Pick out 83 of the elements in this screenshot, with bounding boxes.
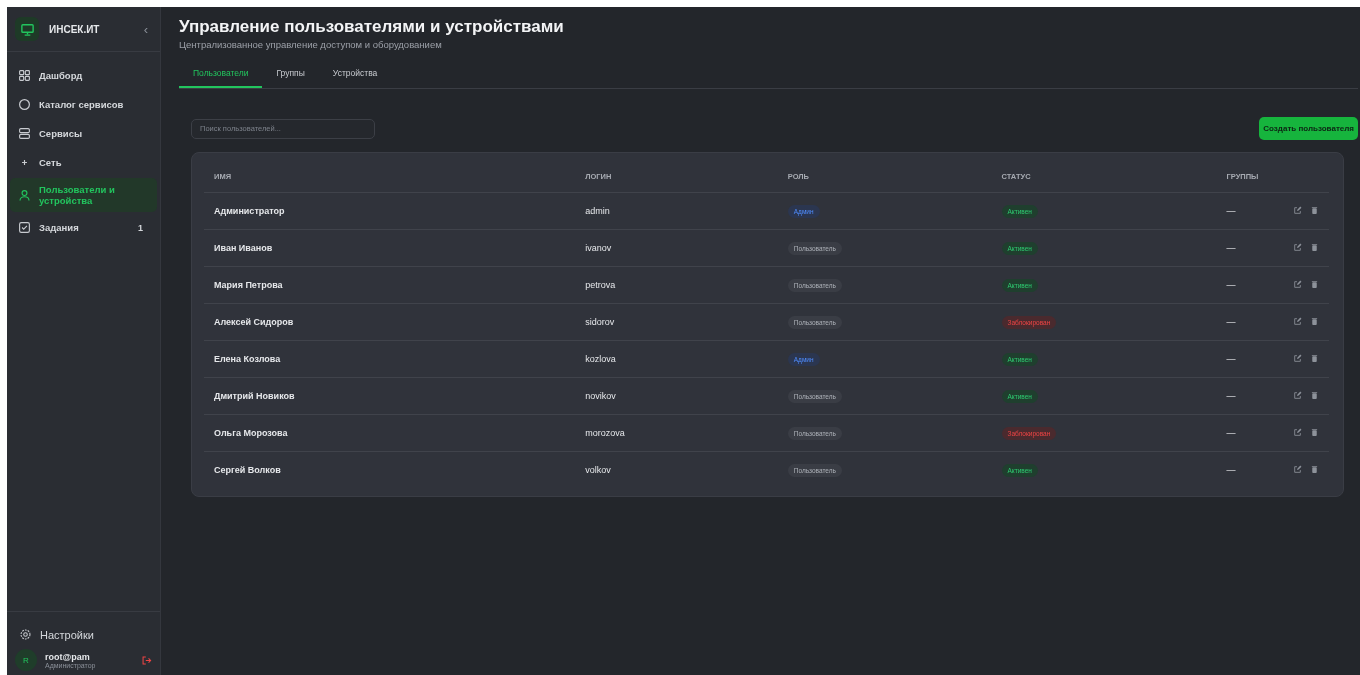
circle-icon	[18, 98, 31, 111]
trash-icon	[1310, 279, 1319, 289]
table-cell: petrova	[575, 266, 778, 304]
create-user-button[interactable]: Создать пользователя	[1259, 117, 1358, 140]
delete-button[interactable]	[1310, 242, 1319, 252]
table-cell: —	[1216, 377, 1272, 415]
table-cell: ivanov	[575, 229, 778, 267]
settings-link[interactable]: Настройки	[15, 626, 152, 649]
task-count: 1	[138, 222, 143, 233]
table-cell: Елена Козлова	[204, 340, 576, 378]
edit-icon	[1293, 279, 1302, 289]
table-cell: sidorov	[575, 303, 778, 341]
trash-icon	[1310, 242, 1319, 252]
table-cell: Ольга Морозова	[204, 414, 576, 452]
avatar: R	[15, 649, 37, 671]
grid-icon	[18, 69, 31, 82]
delete-button[interactable]	[1310, 279, 1319, 289]
edit-icon	[1293, 464, 1302, 474]
table-cell: novikov	[575, 377, 778, 415]
brand-name: ИНСЕК.ИТ	[49, 23, 101, 35]
delete-button[interactable]	[1310, 353, 1319, 363]
delete-button[interactable]	[1310, 464, 1319, 474]
edit-button[interactable]	[1293, 353, 1302, 363]
logout-button[interactable]	[141, 654, 152, 666]
table-cell: Мария Петрова	[204, 266, 576, 304]
edit-button[interactable]	[1293, 205, 1302, 215]
table-cell: admin	[575, 192, 778, 230]
delete-button[interactable]	[1310, 316, 1319, 326]
table-cell: kozlova	[575, 340, 778, 378]
gear-icon	[19, 628, 32, 641]
table-cell: —	[1216, 451, 1272, 488]
delete-button[interactable]	[1310, 390, 1319, 400]
edit-icon	[1293, 427, 1302, 437]
edit-icon	[1293, 205, 1302, 215]
checkbox-icon	[18, 221, 31, 234]
table-cell: —	[1216, 414, 1272, 452]
delete-button[interactable]	[1310, 205, 1319, 215]
table-cell: Иван Иванов	[204, 229, 576, 267]
sidebar-item[interactable]: Пользователи и устройства	[10, 178, 157, 212]
edit-button[interactable]	[1293, 242, 1302, 252]
edit-icon	[1293, 390, 1302, 400]
trash-icon	[1310, 316, 1319, 326]
page-subtitle: Централизованное управление доступом и оборудованием	[179, 39, 443, 50]
tab[interactable]: Группы	[262, 64, 319, 88]
table-cell: —	[1216, 192, 1272, 230]
sidebar-item[interactable]: Задания 1	[10, 214, 157, 241]
edit-icon	[1293, 353, 1302, 363]
trash-icon	[1310, 464, 1319, 474]
sidebar-item[interactable]: Сеть	[10, 149, 157, 176]
page-title: Управление пользователями и устройствами	[179, 17, 565, 37]
sidebar-item[interactable]: Сервисы	[10, 120, 157, 147]
edit-icon	[1293, 242, 1302, 252]
monitor-icon	[19, 21, 35, 37]
sidebar-item[interactable]: Дашборд	[10, 62, 157, 89]
logout-icon	[141, 654, 152, 666]
trash-icon	[1310, 390, 1319, 400]
tab[interactable]: Устройства	[318, 64, 392, 88]
table-cell: —	[1216, 340, 1272, 378]
edit-button[interactable]	[1293, 279, 1302, 289]
table-cell: volkov	[575, 451, 778, 488]
table-cell: —	[1216, 303, 1272, 341]
edit-button[interactable]	[1293, 390, 1302, 400]
tab[interactable]: Пользователи	[179, 64, 263, 88]
user-icon	[18, 188, 31, 202]
trash-icon	[1310, 353, 1319, 363]
user-name: root@pam	[45, 651, 90, 662]
edit-icon	[1293, 316, 1302, 326]
table-cell: —	[1216, 229, 1272, 267]
trash-icon	[1310, 427, 1319, 437]
table-cell: Дмитрий Новиков	[204, 377, 576, 415]
edit-button[interactable]	[1293, 316, 1302, 326]
sidebar-item[interactable]: Каталог сервисов	[10, 91, 157, 118]
delete-button[interactable]	[1310, 427, 1319, 437]
table-cell: Алексей Сидоров	[204, 303, 576, 341]
server-icon	[18, 127, 31, 140]
trash-icon	[1310, 205, 1319, 215]
table-cell: Администратор	[204, 192, 576, 230]
table-cell: Сергей Волков	[204, 451, 576, 488]
table-cell: —	[1216, 266, 1272, 304]
collapse-button[interactable]: ‹	[139, 21, 152, 37]
edit-button[interactable]	[1293, 464, 1302, 474]
table-cell: morozova	[575, 414, 778, 452]
edit-button[interactable]	[1293, 427, 1302, 437]
